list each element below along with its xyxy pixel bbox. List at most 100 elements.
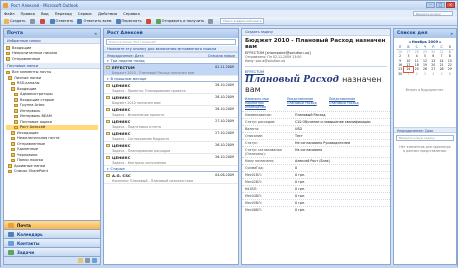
alert-settings-link[interactable]: Изменить мои параметры оповещения <box>245 97 281 109</box>
message-date: 04.08.2009 <box>215 173 234 177</box>
view-list-link[interactable]: Представление Плановый Расход <box>329 97 365 109</box>
envelope-icon <box>106 66 110 69</box>
nav-button-mail[interactable]: Почта <box>4 220 100 229</box>
field-label: Валюта: <box>245 126 260 131</box>
menu-actions[interactable]: Действия <box>98 11 117 16</box>
notes-icon[interactable] <box>78 258 83 263</box>
forward-button[interactable]: Переслать <box>115 18 142 24</box>
send-receive-icon <box>155 18 161 24</box>
expand-chevron-icon[interactable]: ▾ <box>107 167 109 171</box>
nav-small-icons <box>4 256 100 264</box>
message-subject: Задача - Планирование расходов <box>112 149 171 153</box>
item-fields-table: Наименование: Плановый Расход Статус расхо… <box>242 110 390 213</box>
reply-all-button[interactable]: Ответить всем <box>77 18 112 24</box>
collapse-chevron-icon[interactable]: » <box>450 31 453 36</box>
favorite-item[interactable]: Отправленные <box>6 56 98 62</box>
nav-button-calendar[interactable]: Календарь <box>4 229 100 238</box>
calendar-day[interactable]: 6 <box>446 72 454 76</box>
message-row[interactable]: EFFECTUM Бюджет 2010 - Плановый Расход на… <box>104 64 238 76</box>
sent-folder-icon <box>11 142 15 146</box>
forward-icon <box>115 18 121 24</box>
menu-view[interactable]: Вид <box>41 11 49 16</box>
minimize-button[interactable]: – <box>426 2 435 8</box>
navigation-pane: Почта « Избранные папки Входящие Непрочи… <box>3 28 101 265</box>
envelope-icon <box>106 108 110 111</box>
expand-chevron-icon[interactable]: ▾ <box>107 59 109 63</box>
folder-icon <box>14 92 18 96</box>
nav-button-tasks[interactable]: Задачи <box>4 247 100 256</box>
mail-icon <box>6 70 10 74</box>
calendar-day[interactable]: 4 <box>429 72 437 76</box>
task-sort-header[interactable]: Упорядочение: Срок <box>394 126 456 133</box>
menu-file[interactable]: Файл <box>4 11 15 16</box>
menu-go[interactable]: Переход <box>55 11 72 16</box>
envelope-icon <box>106 84 110 87</box>
maximize-button[interactable]: □ <box>436 2 445 8</box>
message-row[interactable]: ЦЕНИКС Задача - Подготовка отчета 27.10.20… <box>104 118 238 130</box>
message-row[interactable]: ЦЕНИКС Задача - Контроль исполнения 26.10.… <box>104 154 238 166</box>
menu-tools[interactable]: Сервис <box>78 11 92 16</box>
field-row: Описание: Тест <box>242 131 390 139</box>
create-task-button[interactable]: Создать задачу <box>242 29 390 36</box>
message-subject: Бюджет 2010 назначен вам <box>112 101 161 105</box>
outlook-app-icon <box>3 3 8 8</box>
message-row[interactable]: ЦЕНИКС Бюджет 2010 назначен вам 28.10.2009 <box>104 94 238 106</box>
junk-folder-icon <box>11 136 15 140</box>
flag-button[interactable] <box>145 18 152 24</box>
folder-icon <box>14 125 18 129</box>
calendar-day[interactable]: 5 <box>437 72 445 76</box>
collapse-chevron-icon[interactable]: « <box>94 31 97 36</box>
archive-folder-icon <box>8 164 12 168</box>
field-label: Мес04ВЛ: <box>245 193 262 198</box>
message-date: 27.10.2009 <box>215 119 234 123</box>
field-value: С10 Обучение и повышение квалификации <box>295 119 371 124</box>
message-subject: Бюджет 2010 - Плановый Расход назначен в… <box>112 71 195 75</box>
delete-button[interactable] <box>39 18 46 24</box>
shortcuts-icon[interactable] <box>92 258 97 263</box>
next-month-icon[interactable]: ▸ <box>439 40 441 44</box>
create-button[interactable]: Создать <box>4 18 26 24</box>
field-row: Статус: Не согласовано Руководителем <box>242 138 390 146</box>
message-subject: Задача - Подготовка отчета <box>112 125 162 129</box>
instant-search-input[interactable]: Поиск в папке "Рост Алексей" <box>106 39 236 45</box>
close-button[interactable]: × <box>446 2 455 8</box>
flag-icon <box>145 18 151 24</box>
calendar-day[interactable]: 2 <box>413 72 421 76</box>
field-label: Мес01ВЛ: <box>245 172 262 177</box>
send-receive-button[interactable]: Отправить и получить <box>155 18 204 24</box>
field-row: Валюта: USD <box>242 124 390 132</box>
message-row[interactable]: ЦЕНИКС Задача - Проекты: Планирование про… <box>104 82 238 94</box>
deleted-folder-icon <box>11 147 15 151</box>
menu-help[interactable]: Справка <box>123 11 140 16</box>
new-task-input[interactable]: Введите новую задачу <box>396 134 454 141</box>
notification-links: Изменить мои параметры оповещения Предст… <box>242 95 390 111</box>
message-row[interactable]: ЦЕНИКС Задача - Согласование бюджета 27.10… <box>104 130 238 142</box>
menu-edit[interactable]: Правка <box>21 11 35 16</box>
help-question-input[interactable]: Введите вопрос <box>413 11 453 16</box>
calendar-day[interactable]: 30 <box>396 72 404 76</box>
calendar-day[interactable]: 1 <box>404 72 412 76</box>
address-search-input[interactable]: Поиск в адресной книге <box>220 18 265 24</box>
message-row[interactable]: A.G. CSC Комплекс Плановый - Плановый наз… <box>104 172 238 184</box>
message-row[interactable]: ЦЕНИКС Задача - Планирование расходов 26.1… <box>104 142 238 154</box>
message-date: 28.10.2009 <box>215 83 234 87</box>
folder-item[interactable]: Список SharePoint <box>6 169 98 175</box>
folder-list-icon[interactable] <box>85 258 90 263</box>
field-row: Мес05ВЛ: 0 грн. <box>242 198 390 206</box>
expand-chevron-icon[interactable]: ▾ <box>107 77 109 81</box>
address-book-button[interactable] <box>208 18 214 24</box>
print-button[interactable] <box>29 18 36 24</box>
calendar-day[interactable]: 3 <box>421 72 429 76</box>
address-book-icon <box>208 18 214 24</box>
nav-button-contacts[interactable]: Контакты <box>4 238 100 247</box>
message-row[interactable]: ЦЕНИКС Задача - Исполнение проекта 28.10.2… <box>104 106 238 118</box>
reply-button[interactable]: Ответить <box>49 18 73 24</box>
envelope-icon <box>106 96 110 99</box>
field-value: 0 грн. <box>295 186 306 191</box>
folder-icon <box>14 103 18 107</box>
envelope-icon <box>106 120 110 123</box>
field-label: СуммаГод: <box>245 165 264 170</box>
todo-bar: Список дел » ◂ Ноябрь 2009 ▸ П В С Ч П С В 26 27… <box>393 28 457 265</box>
reading-pane: Создать задачу Бюджет 2010 - Плановый Ра… <box>241 28 391 265</box>
view-item-link[interactable]: Представление Плановый Расход <box>287 97 323 109</box>
